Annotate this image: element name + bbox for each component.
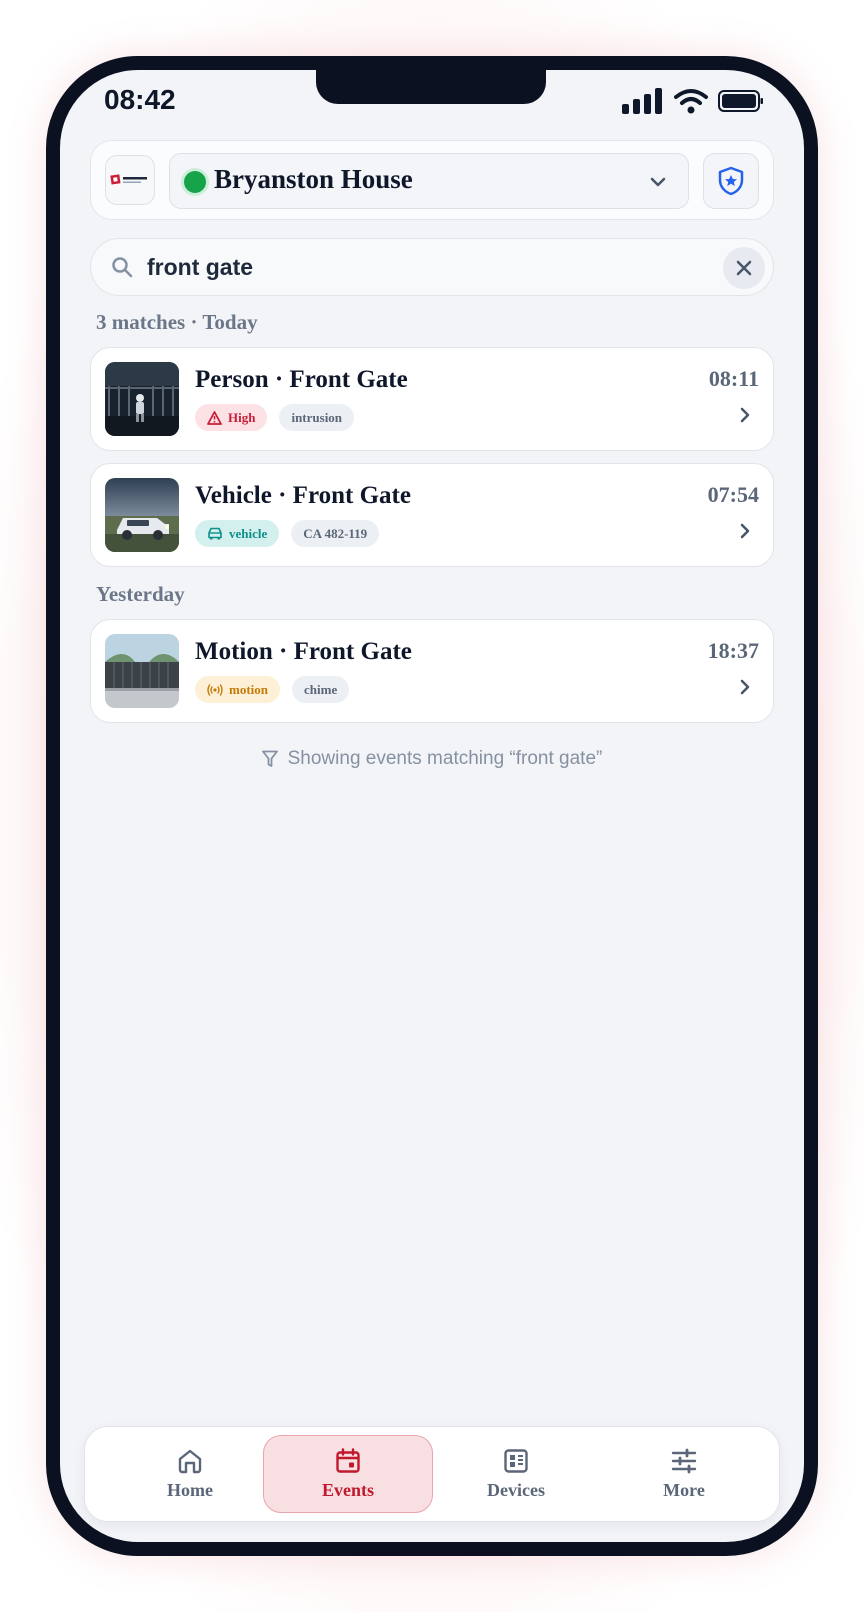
phone-frame: 08:42 Bryanston House front gate 3 match…: [46, 56, 818, 1556]
severity-badge: High: [195, 404, 268, 431]
battery-icon: [718, 90, 763, 112]
event-card[interactable]: Person · Front Gate High intrusion 08:11: [90, 347, 774, 451]
chevron-right-icon: [740, 523, 750, 539]
tab-more[interactable]: More: [599, 1435, 769, 1513]
close-icon: [736, 260, 752, 276]
filter-note-text: Showing events matching “front gate”: [287, 748, 603, 769]
plate-tag: CA 482-119: [291, 520, 380, 547]
tab-home[interactable]: Home: [105, 1435, 275, 1513]
event-title: Vehicle · Front Gate: [195, 482, 411, 509]
event-tag: intrusion: [279, 404, 355, 431]
car-icon: [208, 527, 222, 540]
clear-search-button[interactable]: [723, 247, 765, 289]
tab-more-label: More: [663, 1479, 705, 1500]
filter-note: Showing events matching “front gate”: [60, 748, 804, 770]
tab-events[interactable]: Events: [263, 1435, 433, 1513]
security-shield-button[interactable]: [703, 153, 759, 209]
section-label-today: 3 matches · Today: [96, 310, 258, 334]
sliders-icon: [671, 1448, 697, 1473]
motion-label: motion: [229, 681, 268, 697]
broadcast-icon: [207, 683, 223, 696]
signal-icon: [622, 88, 662, 114]
event-title: Person · Front Gate: [195, 366, 408, 393]
status-time: 08:42: [104, 84, 176, 115]
event-tag: chime: [292, 676, 350, 703]
brand-logo[interactable]: [105, 155, 155, 205]
event-time: 18:37: [707, 638, 759, 663]
event-card[interactable]: Motion · Front Gate motion chime 18:37: [90, 619, 774, 723]
filter-icon: [261, 750, 278, 767]
brand-logo-icon: [110, 174, 147, 185]
event-title: Motion · Front Gate: [195, 638, 412, 665]
section-label-yesterday: Yesterday: [96, 582, 185, 606]
search-input[interactable]: [147, 251, 687, 283]
event-thumbnail-person: [105, 362, 179, 436]
severity-label: High: [228, 409, 256, 425]
site-selector[interactable]: Bryanston House: [169, 153, 689, 209]
wifi-icon: [674, 89, 708, 114]
chevron-right-icon: [740, 407, 750, 423]
site-header: Bryanston House: [90, 140, 774, 220]
warning-icon: [207, 410, 222, 425]
notch: [316, 70, 546, 104]
tab-events-label: Events: [321, 1479, 374, 1500]
search-icon: [112, 257, 133, 278]
vehicle-badge: vehicle: [195, 520, 280, 547]
devices-icon: [504, 1448, 528, 1473]
home-icon: [178, 1449, 202, 1473]
tab-devices[interactable]: Devices: [431, 1435, 601, 1513]
site-name: Bryanston House: [214, 164, 413, 194]
vehicle-label: vehicle: [229, 525, 268, 541]
event-thumbnail-vehicle: [105, 478, 179, 552]
event-card[interactable]: Vehicle · Front Gate vehicle CA 482-119 …: [90, 463, 774, 567]
chevron-down-icon: [650, 177, 666, 187]
shield-star-icon: [718, 166, 744, 196]
app-screen: 08:42 Bryanston House front gate 3 match…: [60, 70, 804, 1542]
motion-badge: motion: [195, 676, 280, 703]
tab-devices-label: Devices: [487, 1479, 545, 1500]
bottom-tab-bar: Home Events Devices More: [84, 1426, 780, 1522]
chevron-right-icon: [740, 679, 750, 695]
online-status-dot: [184, 171, 206, 193]
event-time: 07:54: [707, 482, 759, 507]
status-icons: [622, 86, 764, 116]
tab-home-label: Home: [167, 1479, 213, 1500]
event-thumbnail-motion: [105, 634, 179, 708]
event-time: 08:11: [708, 366, 759, 391]
calendar-icon: [336, 1447, 360, 1473]
search-bar: [90, 238, 774, 296]
